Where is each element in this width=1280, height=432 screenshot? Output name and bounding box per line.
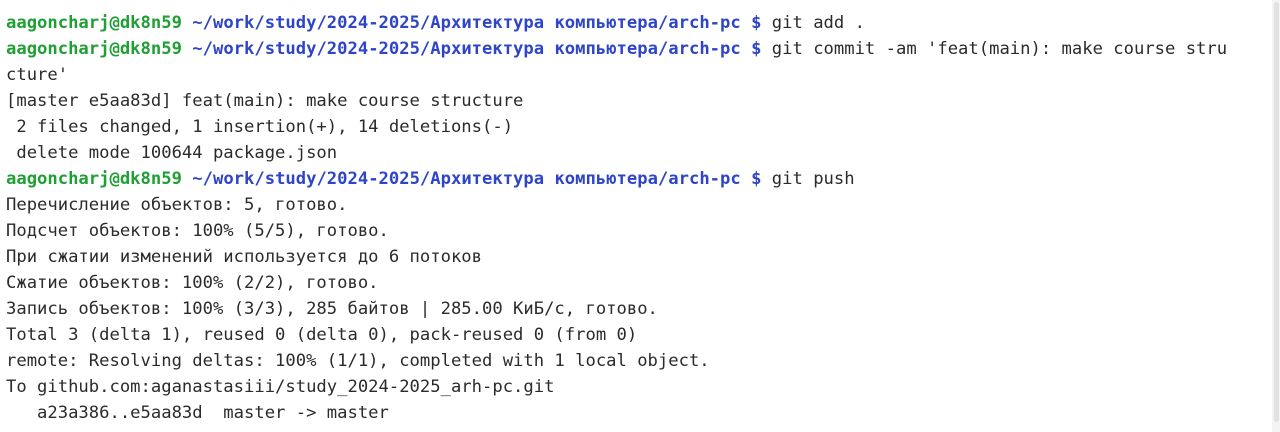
output-line: remote: Resolving deltas: 100% (1/1), co… (6, 351, 710, 371)
prompt-sigil: $ (751, 13, 762, 33)
prompt-line: aagoncharj@dk8n59 ~/work/study/2024-2025… (6, 10, 1280, 36)
command-text: git push (771, 169, 855, 189)
scrollbar-thumb[interactable] (1274, 2, 1279, 422)
output-line: Сжатие объектов: 100% (2/2), готово. (6, 273, 379, 293)
prompt-path: ~/work/study/2024-2025/Архитектура компь… (192, 169, 741, 189)
output-line: delete mode 100644 package.json (6, 143, 338, 163)
output-line: Подсчет объектов: 100% (5/5), готово. (6, 221, 389, 241)
command-text: git add . (771, 13, 865, 33)
prompt-path: ~/work/study/2024-2025/Архитектура компь… (192, 39, 741, 59)
prompt-user-host: aagoncharj@dk8n59 (6, 39, 182, 59)
output-line: To github.com:aganastasiii/study_2024-20… (6, 377, 555, 397)
terminal-output: aagoncharj@dk8n59 ~/work/study/2024-2025… (6, 10, 1280, 426)
output-line: a23a386..e5aa83d master -> master (6, 403, 389, 423)
prompt-path: ~/work/study/2024-2025/Архитектура компь… (192, 13, 741, 33)
terminal-window[interactable]: aagoncharj@dk8n59 ~/work/study/2024-2025… (0, 0, 1280, 432)
prompt-user-host: aagoncharj@dk8n59 (6, 13, 182, 33)
output-line: Перечисление объектов: 5, готово. (6, 195, 348, 215)
prompt-line: aagoncharj@dk8n59 ~/work/study/2024-2025… (6, 36, 1280, 62)
prompt-user-host: aagoncharj@dk8n59 (6, 169, 182, 189)
output-line: [master e5aa83d] feat(main): make course… (6, 91, 524, 111)
prompt-sigil: $ (751, 39, 762, 59)
prompt-line: aagoncharj@dk8n59 ~/work/study/2024-2025… (6, 166, 1280, 192)
prompt-sigil: $ (751, 169, 762, 189)
output-line: Запись объектов: 100% (3/3), 285 байтов … (6, 299, 658, 319)
output-line: При сжатии изменений используется до 6 п… (6, 247, 482, 267)
command-text: git commit -am 'feat(main): make course … (771, 39, 1228, 59)
output-line: 2 files changed, 1 insertion(+), 14 dele… (6, 117, 514, 137)
output-line: cture' (6, 65, 69, 85)
scrollbar[interactable] (1272, 0, 1280, 432)
output-line: Total 3 (delta 1), reused 0 (delta 0), p… (6, 325, 638, 345)
